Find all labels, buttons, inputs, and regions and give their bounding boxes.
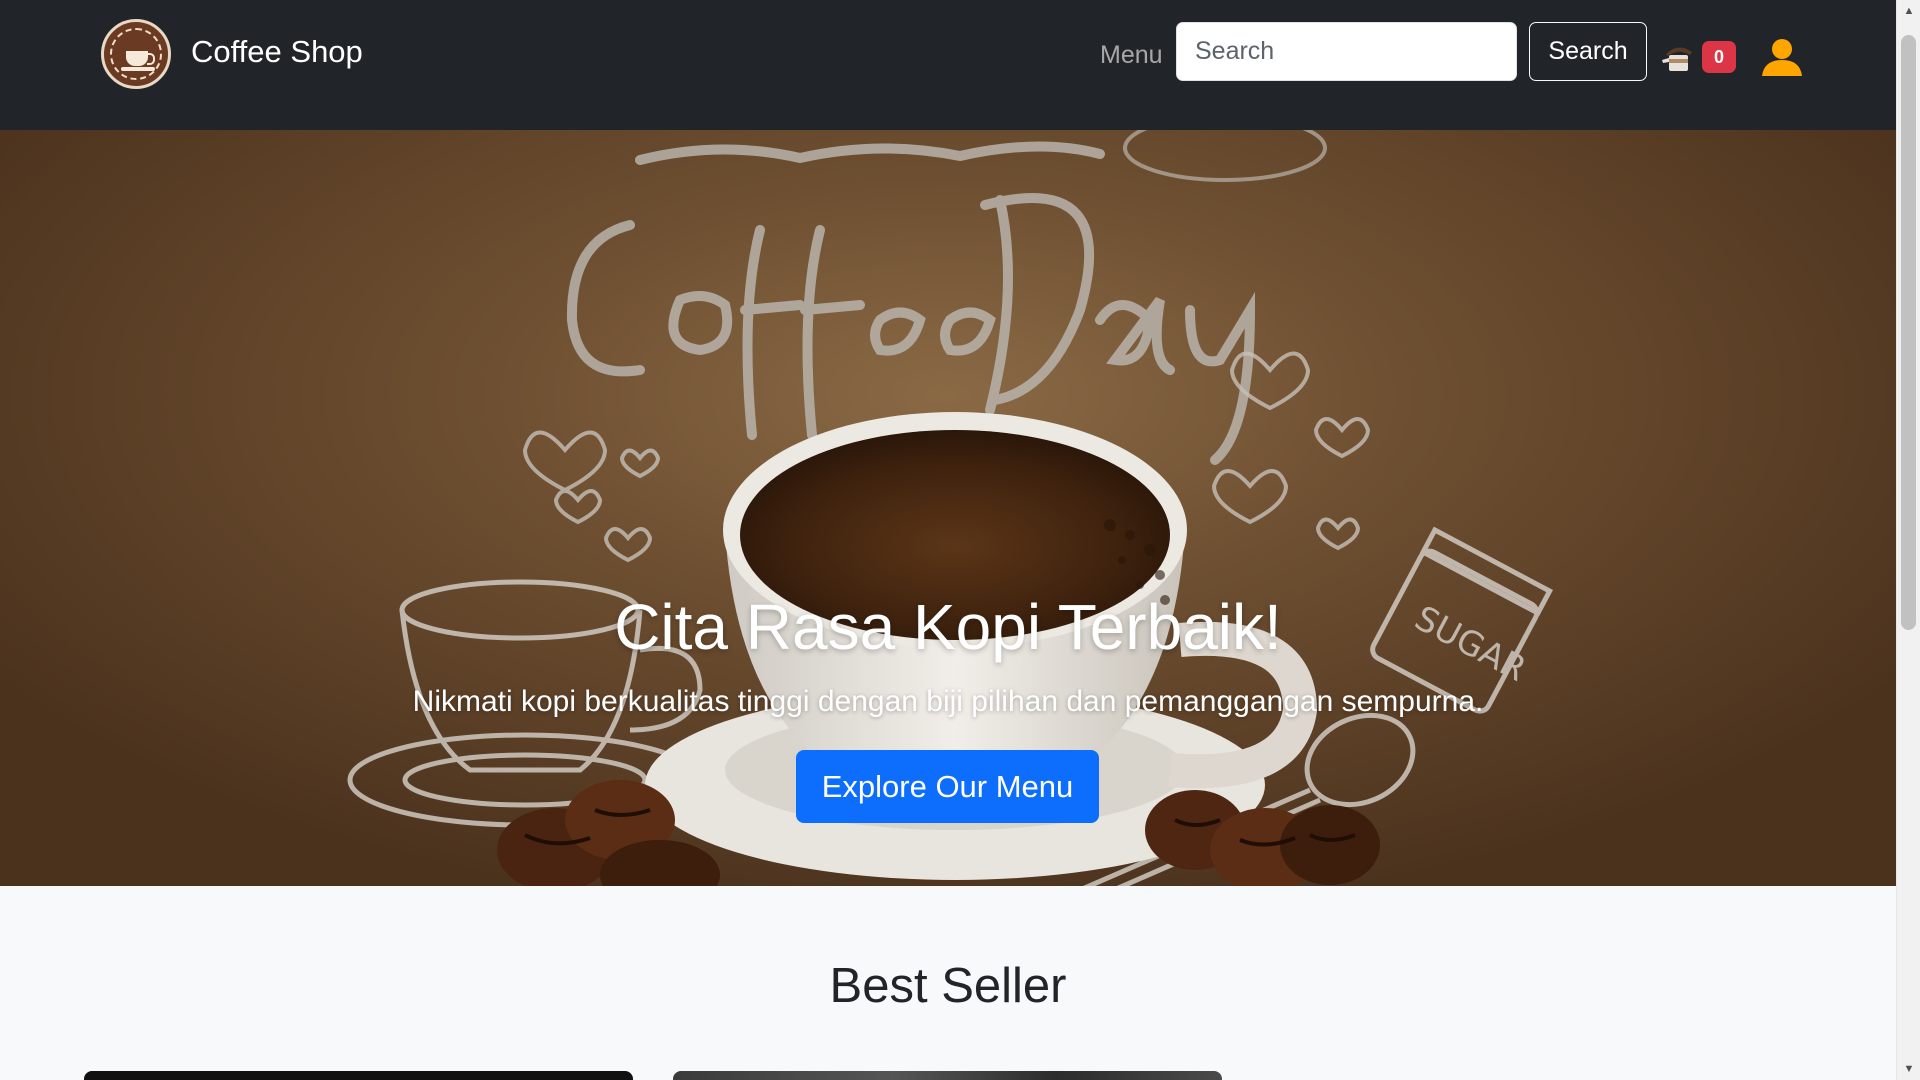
user-icon[interactable]: [1761, 38, 1803, 76]
best-seller-title: Best Seller: [829, 959, 1067, 1013]
page: Coffee Shop Menu Search 0: [0, 0, 1920, 1080]
hero-banner: SUGAR Cita Rasa Kopi Terbaik! Nikmati ko…: [0, 130, 1896, 886]
hero-subtitle: Nikmati kopi berkualitas tinggi dengan b…: [412, 685, 1484, 718]
brand-logo[interactable]: [101, 19, 171, 89]
vertical-scrollbar[interactable]: ▲ ▼: [1896, 0, 1920, 1080]
nav-link-menu[interactable]: Menu: [1100, 38, 1163, 72]
scroll-up-arrow-icon[interactable]: ▲: [1897, 0, 1920, 22]
product-card[interactable]: [84, 1071, 633, 1080]
product-card[interactable]: [673, 1071, 1222, 1080]
search-input[interactable]: [1176, 22, 1517, 81]
hero-title: Cita Rasa Kopi Terbaik!: [614, 591, 1282, 663]
explore-menu-button[interactable]: Explore Our Menu: [796, 750, 1099, 823]
brand-name[interactable]: Coffee Shop: [191, 32, 363, 72]
cart-link[interactable]: 0: [1660, 38, 1740, 74]
scroll-down-arrow-icon[interactable]: ▼: [1897, 1058, 1920, 1080]
coffee-cup-icon: [1662, 47, 1692, 71]
best-seller-section: Best Seller: [0, 886, 1896, 1080]
navbar: Coffee Shop Menu Search 0: [0, 0, 1896, 130]
scrollbar-thumb[interactable]: [1901, 35, 1916, 630]
search-button[interactable]: Search: [1529, 22, 1647, 81]
cart-count-badge: 0: [1702, 41, 1736, 73]
